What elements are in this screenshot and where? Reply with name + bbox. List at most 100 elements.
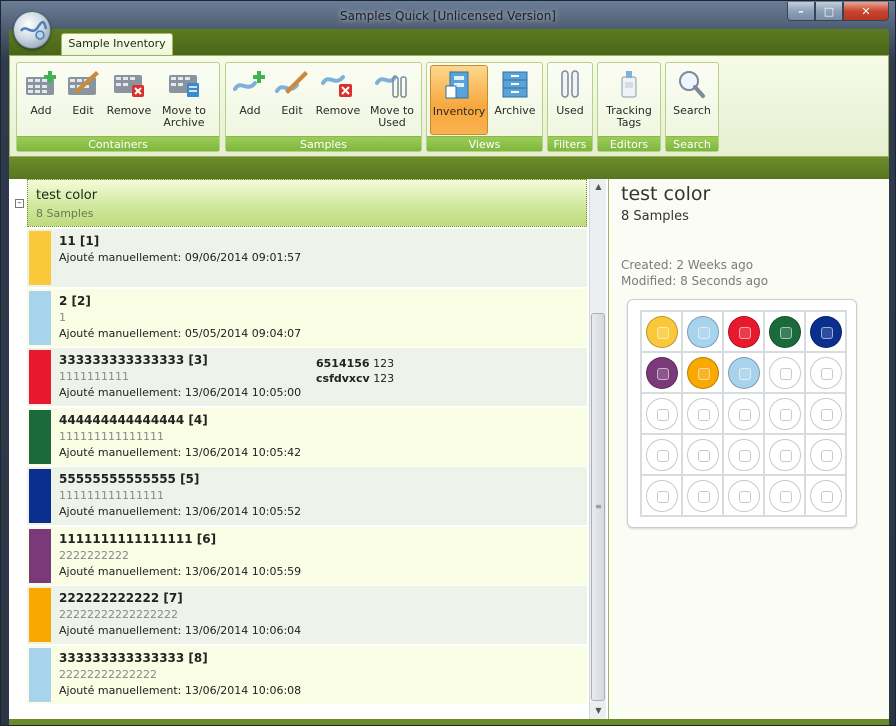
plate-well[interactable]: [641, 393, 682, 434]
plate-well[interactable]: [641, 475, 682, 516]
plate-well[interactable]: [805, 393, 846, 434]
containers-move-to-archive-button[interactable]: Move to Archive: [157, 65, 211, 137]
minimize-button[interactable]: –: [787, 2, 815, 21]
ribbon-group-label-search: Search: [666, 136, 718, 151]
plate-well[interactable]: [805, 352, 846, 393]
plate-well[interactable]: [805, 311, 846, 352]
sample-row[interactable]: 222222222222 [7] 22222222222222222 Ajouté …: [27, 586, 587, 644]
sample-used-icon: [375, 75, 407, 98]
maximize-button[interactable]: □: [815, 2, 843, 21]
plate-well[interactable]: [764, 393, 805, 434]
well-square-icon: [698, 491, 710, 503]
well-circle-icon: [810, 357, 842, 389]
sample-property-value: 123: [373, 372, 395, 385]
containers-add-button[interactable]: Add: [21, 65, 61, 137]
sample-row[interactable]: 333333333333333 [3] 1111111111 Ajouté manu…: [27, 348, 587, 406]
plate-well[interactable]: [805, 475, 846, 516]
views-inventory-button[interactable]: Inventory: [430, 65, 488, 135]
ribbon: Add Edit Remove Move to Archive Containe…: [9, 55, 889, 157]
details-modified: Modified: 8 Seconds ago: [621, 274, 769, 288]
app-logo-icon: [19, 20, 48, 40]
container-group-header[interactable]: test color 8 Samples: [27, 179, 587, 227]
container-remove-icon: [114, 75, 144, 97]
plate-well[interactable]: [682, 393, 723, 434]
well-square-icon: [657, 450, 669, 462]
well-circle-icon: [810, 439, 842, 471]
well-square-icon: [698, 450, 710, 462]
plate-well[interactable]: [723, 434, 764, 475]
sample-description: 22222222222222222: [59, 608, 178, 621]
scroll-up-arrow-icon[interactable]: ▲: [590, 179, 607, 195]
sample-color-swatch: [29, 231, 51, 285]
search-button[interactable]: Search: [668, 65, 716, 137]
samples-remove-button[interactable]: Remove: [314, 65, 362, 137]
well-square-icon: [780, 327, 792, 339]
plate-well[interactable]: [641, 352, 682, 393]
list-scrollbar[interactable]: ▲ ≡ ▼: [589, 179, 606, 719]
plate-well[interactable]: [682, 434, 723, 475]
plate-well[interactable]: [805, 434, 846, 475]
samples-edit-label: Edit: [281, 104, 303, 117]
plate-well[interactable]: [764, 475, 805, 516]
containers-edit-button[interactable]: Edit: [63, 65, 103, 137]
close-button[interactable]: ✕: [843, 2, 889, 21]
well-square-icon: [657, 409, 669, 421]
status-bar: [9, 719, 889, 725]
sample-row[interactable]: 333333333333333 [8] 22222222222222 Ajouté …: [27, 645, 587, 704]
sample-row[interactable]: 11 [1] Ajouté manuellement: 09/06/2014 09…: [27, 229, 587, 287]
scroll-down-arrow-icon[interactable]: ▼: [590, 703, 607, 719]
sample-color-swatch: [29, 528, 51, 583]
plate-well[interactable]: [764, 352, 805, 393]
plate-well[interactable]: [764, 434, 805, 475]
scroll-thumb[interactable]: ≡: [591, 313, 605, 701]
sample-row[interactable]: 444444444444444 [4] 111111111111111 Ajouté…: [27, 407, 587, 466]
samples-move-to-used-button[interactable]: Move to Used: [366, 65, 418, 137]
views-archive-button[interactable]: Archive: [489, 65, 541, 137]
plate-well[interactable]: [682, 311, 723, 352]
views-inventory-label: Inventory: [432, 105, 486, 118]
app-menu-orb[interactable]: [13, 11, 51, 49]
editors-tracking-tags-button[interactable]: Tracking Tags: [600, 65, 658, 137]
plate-well[interactable]: [682, 475, 723, 516]
well-circle-icon: [728, 316, 760, 348]
title-bar[interactable]: Samples Quick [Unlicensed Version] – □ ✕: [1, 1, 895, 31]
sample-row[interactable]: 1111111111111111 [6] 2222222222 Ajouté man…: [27, 526, 587, 585]
window-controls: – □ ✕: [787, 2, 889, 21]
filters-used-button[interactable]: Used: [550, 65, 590, 137]
sample-title: 333333333333333 [8]: [59, 650, 208, 665]
well-square-icon: [739, 368, 751, 380]
well-circle-icon: [646, 439, 678, 471]
sample-add-icon: [233, 71, 265, 91]
samples-edit-button[interactable]: Edit: [272, 65, 312, 137]
samples-add-button[interactable]: Add: [230, 65, 270, 137]
filters-used-label: Used: [556, 104, 584, 117]
well-circle-icon: [646, 316, 678, 348]
plate-well[interactable]: [723, 393, 764, 434]
well-circle-icon: [769, 316, 801, 348]
tab-sample-inventory[interactable]: Sample Inventory: [61, 33, 173, 55]
plate-well[interactable]: [723, 311, 764, 352]
group-sample-count: 8 Samples: [36, 207, 94, 220]
sample-row[interactable]: 55555555555555 [5] 111111111111111 Ajouté …: [27, 467, 587, 525]
containers-remove-button[interactable]: Remove: [105, 65, 153, 137]
sample-property: csfdvxcv 123: [316, 371, 394, 386]
well-square-icon: [821, 409, 833, 421]
plate-well[interactable]: [682, 352, 723, 393]
sample-description: 111111111111111: [59, 489, 164, 502]
group-title: test color: [36, 188, 98, 203]
well-square-icon: [698, 327, 710, 339]
sample-property-key: csfdvxcv: [316, 372, 370, 385]
sample-color-swatch: [29, 290, 51, 345]
sample-row[interactable]: 2 [2] 1 Ajouté manuellement: 05/05/2014 09…: [27, 288, 587, 347]
plate-well[interactable]: [641, 311, 682, 352]
collapse-group-toggle[interactable]: –: [15, 199, 24, 208]
plate-well[interactable]: [764, 311, 805, 352]
plate-well[interactable]: [723, 475, 764, 516]
ribbon-group-label-samples: Samples: [226, 136, 421, 151]
container-plate-map: [627, 299, 857, 528]
well-square-icon: [821, 327, 833, 339]
sample-added-timestamp: Ajouté manuellement: 13/06/2014 10:05:42: [59, 445, 302, 459]
plate-well[interactable]: [723, 352, 764, 393]
containers-edit-label: Edit: [72, 104, 94, 117]
plate-well[interactable]: [641, 434, 682, 475]
